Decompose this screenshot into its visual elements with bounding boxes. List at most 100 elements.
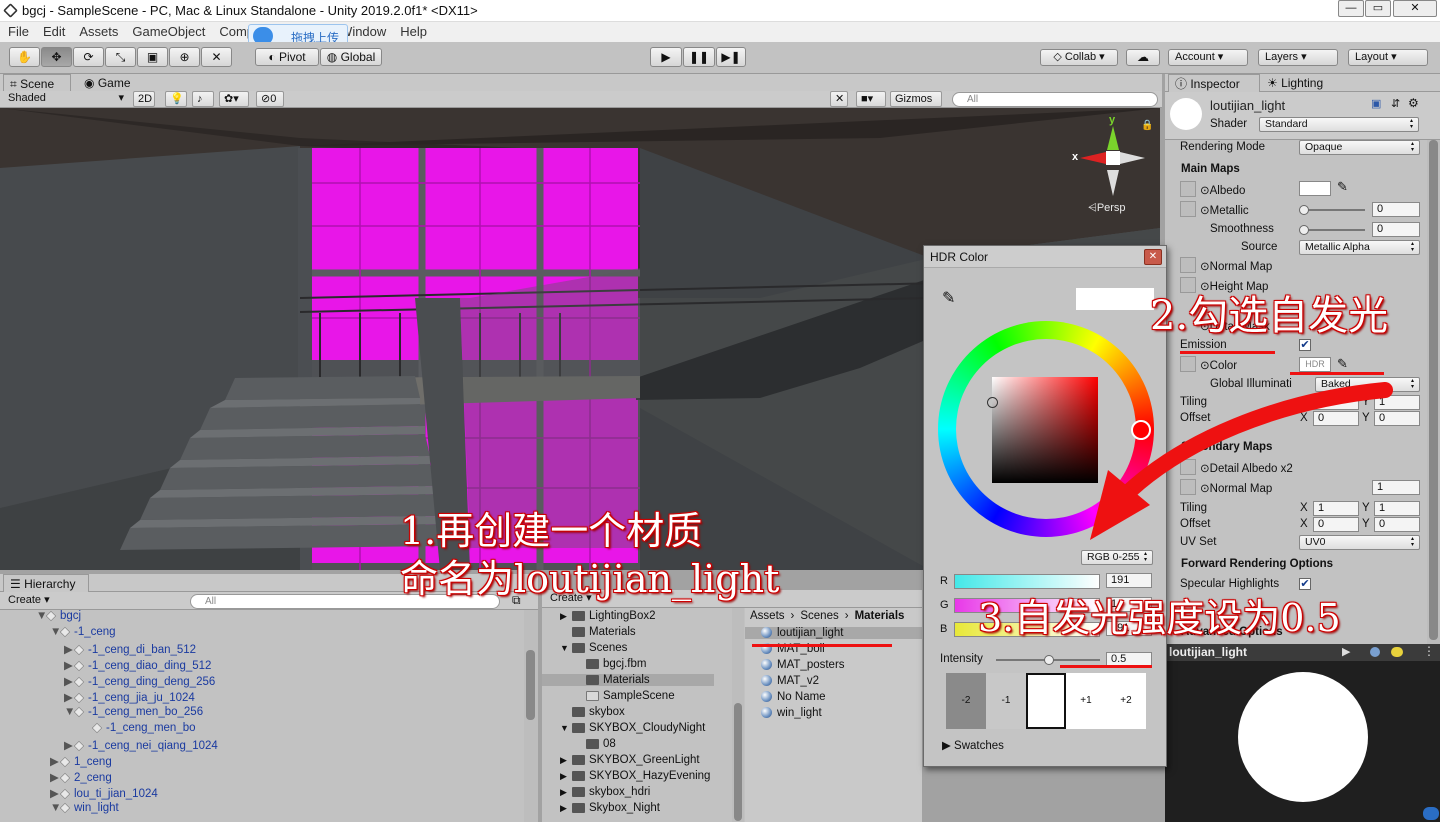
expand-arrow-icon[interactable]: ▶ bbox=[50, 770, 60, 784]
shader-dropdown[interactable]: Standard bbox=[1259, 117, 1419, 132]
expand-arrow-icon[interactable]: ▶ bbox=[50, 754, 60, 768]
expand-arrow-icon[interactable]: ▶ bbox=[560, 787, 572, 798]
menu-gameobject[interactable]: GameObject bbox=[132, 22, 205, 42]
preview-sphere-icon[interactable] bbox=[1370, 647, 1380, 657]
project-folder[interactable]: ▶ Skybox_Night bbox=[560, 802, 660, 814]
project-folder[interactable]: 08 bbox=[574, 738, 616, 750]
expand-arrow-icon[interactable]: ▶ bbox=[64, 642, 74, 656]
material-asset[interactable]: No Name bbox=[745, 691, 826, 703]
expand-arrow-icon[interactable]: ▼ bbox=[50, 802, 61, 814]
lighting-toggle[interactable]: 💡 bbox=[165, 91, 187, 107]
minimize-button[interactable]: — bbox=[1338, 0, 1364, 17]
transform-tool-button[interactable]: ⊕ bbox=[169, 47, 200, 67]
lock-icon[interactable]: 🔒 bbox=[1141, 120, 1153, 131]
gi-dropdown[interactable]: Baked bbox=[1315, 377, 1420, 392]
hdr-close-button[interactable]: ✕ bbox=[1144, 249, 1162, 265]
step-button[interactable]: ▶❚ bbox=[716, 47, 746, 67]
expand-arrow-icon[interactable]: ▶ bbox=[64, 658, 74, 672]
breadcrumb-assets[interactable]: Assets bbox=[750, 610, 785, 622]
smoothness-slider[interactable] bbox=[1299, 225, 1365, 235]
offset2-y[interactable]: 0 bbox=[1374, 517, 1420, 532]
tab-hierarchy[interactable]: ☰ Hierarchy bbox=[3, 574, 89, 593]
exposure-swatch-plus2[interactable]: +2 bbox=[1106, 673, 1146, 729]
hierarchy-item[interactable]: ▶ -1_ceng_ding_deng_256 bbox=[64, 674, 215, 688]
albedo-color-swatch[interactable] bbox=[1299, 181, 1331, 196]
help-icon[interactable]: ▣ bbox=[1371, 97, 1381, 110]
metallic-slider[interactable] bbox=[1299, 205, 1365, 215]
normal-map2-value[interactable]: 1 bbox=[1372, 480, 1420, 495]
project-folder[interactable]: Materials bbox=[542, 674, 714, 686]
exposure-swatch-plus1[interactable]: +1 bbox=[1066, 673, 1106, 729]
emission-color-swatch[interactable]: HDR bbox=[1299, 357, 1331, 372]
play-button[interactable]: ▶ bbox=[650, 47, 682, 67]
expand-arrow-icon[interactable]: ▶ bbox=[50, 786, 60, 800]
expand-arrow-icon[interactable]: ▶ bbox=[560, 611, 572, 622]
tiling2-x[interactable]: 1 bbox=[1313, 501, 1359, 516]
close-window-button[interactable]: ✕ bbox=[1393, 0, 1437, 17]
color-mode-dropdown[interactable]: RGB 0-255 bbox=[1081, 550, 1153, 565]
breadcrumb-scenes[interactable]: Scenes bbox=[800, 610, 838, 622]
gizmos-dropdown[interactable]: Gizmos ▾ bbox=[890, 91, 942, 119]
tiling2-y[interactable]: 1 bbox=[1374, 501, 1420, 516]
tiling-y[interactable]: 1 bbox=[1374, 395, 1420, 410]
audio-toggle[interactable]: ♪ bbox=[192, 91, 214, 107]
layers-dropdown[interactable]: Layers ▾ bbox=[1258, 49, 1338, 66]
expand-arrow-icon[interactable]: ▶ bbox=[560, 803, 572, 814]
hierarchy-item[interactable]: ▶ 1_ceng bbox=[50, 754, 112, 768]
hierarchy-create-button[interactable]: Create ▾ bbox=[4, 593, 60, 609]
expand-arrow-icon[interactable]: ▶ bbox=[64, 738, 74, 752]
scene-search-input[interactable]: All bbox=[952, 92, 1158, 107]
hierarchy-item[interactable]: ▶ -1_ceng_nei_qiang_1024 bbox=[64, 738, 218, 752]
preview-light-icon[interactable] bbox=[1391, 647, 1403, 657]
detail-albedo-slot[interactable] bbox=[1180, 459, 1196, 475]
uv-set-dropdown[interactable]: UV0 bbox=[1299, 535, 1420, 550]
project-folder[interactable]: ▼ SKYBOX_CloudyNight bbox=[560, 722, 705, 734]
project-folder[interactable]: Materials bbox=[560, 626, 636, 638]
normal-map2-slot[interactable] bbox=[1180, 479, 1196, 495]
expand-arrow-icon[interactable]: ▶ bbox=[64, 674, 74, 688]
hierarchy-scrollbar[interactable] bbox=[524, 610, 538, 822]
2d-toggle[interactable]: 2D bbox=[133, 91, 155, 107]
hierarchy-item[interactable]: ▶ lou_ti_jian_1024 bbox=[50, 786, 158, 800]
pivot-toggle[interactable]: ◐ Pivot bbox=[255, 48, 319, 66]
hue-cursor[interactable] bbox=[1131, 420, 1151, 440]
collab-button[interactable]: ◇ Collab ▾ bbox=[1040, 49, 1118, 66]
tab-inspector[interactable]: ⓘ Inspector bbox=[1168, 74, 1260, 93]
custom-tool-button[interactable]: ✕ bbox=[201, 47, 232, 67]
breadcrumb-materials[interactable]: Materials bbox=[855, 610, 905, 622]
source-dropdown[interactable]: Metallic Alpha bbox=[1299, 240, 1420, 255]
global-toggle[interactable]: ◍ Global bbox=[320, 48, 382, 66]
exposure-swatch-current[interactable] bbox=[1026, 673, 1066, 729]
albedo-slot[interactable] bbox=[1180, 181, 1196, 197]
move-tool-button[interactable]: ✥ bbox=[41, 47, 72, 67]
project-folder[interactable]: ▶ SKYBOX_GreenLight bbox=[560, 754, 700, 766]
expand-arrow-icon[interactable]: ▶ bbox=[560, 771, 572, 782]
preview-play-icon[interactable]: ▶ bbox=[1342, 645, 1350, 658]
emission-slot[interactable] bbox=[1180, 356, 1196, 372]
hierarchy-item[interactable]: ▼ bgcj bbox=[36, 610, 81, 622]
expand-arrow-icon[interactable]: ▶ bbox=[64, 690, 74, 704]
offset-y[interactable]: 0 bbox=[1374, 411, 1420, 426]
hierarchy-item[interactable]: ▶ -1_ceng_jia_ju_1024 bbox=[64, 690, 195, 704]
project-tree-scrollbar[interactable] bbox=[732, 608, 744, 822]
persp-label[interactable]: ⩤Persp bbox=[1088, 202, 1126, 215]
rotate-tool-button[interactable]: ⟳ bbox=[73, 47, 104, 67]
preset-icon[interactable]: ⇵ bbox=[1391, 97, 1400, 110]
cloud-button[interactable]: ☁ bbox=[1126, 49, 1160, 66]
material-asset[interactable]: win_light bbox=[745, 707, 822, 719]
rect-tool-button[interactable]: ▣ bbox=[137, 47, 168, 67]
menu-edit[interactable]: Edit bbox=[43, 22, 65, 42]
asset-label-tag-icon[interactable] bbox=[1423, 807, 1439, 820]
channel-value[interactable]: 191 bbox=[1106, 573, 1152, 588]
exposure-swatch-minus2[interactable]: -2 bbox=[946, 673, 986, 729]
project-folder[interactable]: skybox bbox=[560, 706, 625, 718]
layout-dropdown[interactable]: Layout ▾ bbox=[1348, 49, 1428, 66]
emission-eyedropper-icon[interactable]: ✎ bbox=[1337, 356, 1348, 372]
account-dropdown[interactable]: Account ▾ bbox=[1168, 49, 1248, 66]
hierarchy-item[interactable]: ▶ -1_ceng_di_ban_512 bbox=[64, 642, 196, 656]
hierarchy-item[interactable]: ▼ -1_ceng bbox=[50, 626, 116, 638]
menu-assets[interactable]: Assets bbox=[79, 22, 118, 42]
material-asset[interactable]: MAT_v2 bbox=[745, 675, 819, 687]
hidden-layers-toggle[interactable]: ⊘0 bbox=[256, 91, 284, 107]
scene-tools-button[interactable]: ✕ bbox=[830, 91, 848, 107]
